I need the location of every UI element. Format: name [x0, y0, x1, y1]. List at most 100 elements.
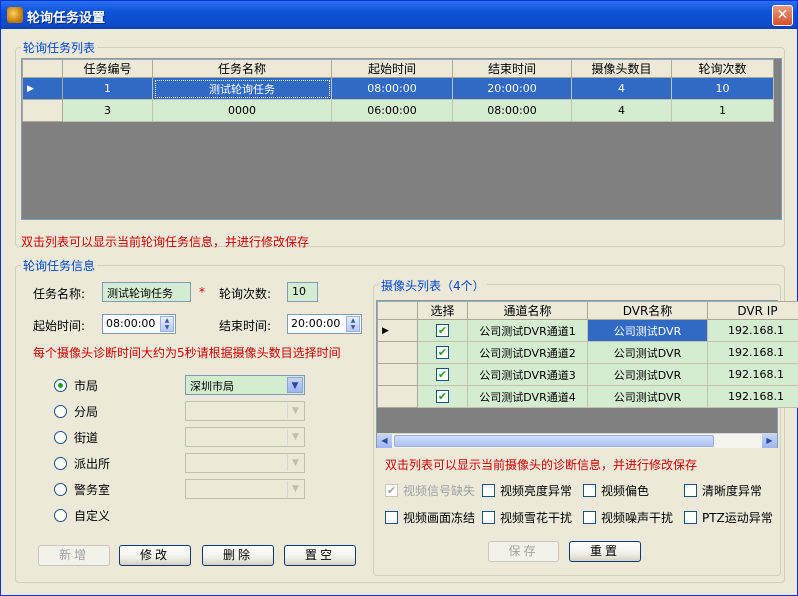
diag-checkbox-0[interactable]: ✔ 视频信号缺失 [385, 482, 475, 499]
checkbox-icon[interactable] [583, 511, 596, 524]
diag-checkbox-2[interactable]: 视频偏色 [583, 482, 649, 499]
end-time-picker[interactable]: 20:00:00 ▲ ▼ [287, 314, 362, 334]
level-combo-2[interactable]: ▼ [185, 427, 305, 447]
row-checkbox[interactable]: ✔ [436, 346, 449, 359]
start-time-picker[interactable]: 08:00:00 ▲ ▼ [102, 314, 176, 334]
camera-cell-ip: 192.168.1 [707, 385, 798, 408]
checkbox-icon[interactable] [482, 484, 495, 497]
level-combo-3[interactable]: ▼ [185, 453, 305, 473]
table-row[interactable]: ✔ 公司测试DVR通道4 公司测试DVR 192.168.1 [377, 385, 798, 408]
row-header[interactable] [377, 341, 418, 364]
scroll-left-icon[interactable]: ◀ [377, 434, 392, 448]
camera-cell-ip: 192.168.1 [707, 363, 798, 386]
start-time-spin-icon[interactable]: ▲ ▼ [160, 316, 174, 332]
radio-0[interactable]: 市局 [54, 377, 98, 394]
row-header-corner [22, 59, 63, 78]
select-cell[interactable]: ✔ [417, 319, 468, 342]
task-name-input[interactable]: 测试轮询任务 [102, 282, 191, 302]
camera-col-header[interactable]: 选择 [417, 301, 468, 320]
camera-col-header[interactable]: DVR IP [707, 301, 798, 320]
row-header[interactable] [377, 385, 418, 408]
diag-checkbox-1[interactable]: 视频亮度异常 [482, 482, 572, 499]
title-bar[interactable]: 轮询任务设置 ✕ [1, 1, 797, 29]
level-combo-1[interactable]: ▼ [185, 401, 305, 421]
current-row-icon[interactable]: ▶ [22, 77, 63, 100]
end-time-spin-icon[interactable]: ▲ ▼ [346, 316, 360, 332]
radio-5[interactable]: 自定义 [54, 507, 110, 524]
table-row[interactable]: ▶ ✔ 公司测试DVR通道1 公司测试DVR 192.168.1 [377, 319, 798, 342]
task-col-header[interactable]: 摄像头数目 [571, 59, 672, 78]
radio-dot-icon[interactable] [54, 509, 67, 522]
task-col-header[interactable]: 任务名称 [152, 59, 332, 78]
clear-button[interactable]: 置空 [284, 545, 356, 566]
camera-cell-channel: 公司测试DVR通道3 [467, 363, 588, 386]
add-button[interactable]: 新增 [38, 545, 110, 566]
select-cell[interactable]: ✔ [417, 385, 468, 408]
camera-grid[interactable]: 选择 通道名称 DVR名称 DVR IP ▶ ✔ 公司测试DVR通道1 公司测试DVR 192… [376, 300, 798, 448]
close-button[interactable]: ✕ [772, 5, 793, 26]
chevron-down-icon[interactable]: ▼ [287, 455, 303, 471]
diag-checkbox-5[interactable]: 视频雪花干扰 [482, 509, 572, 526]
save-button[interactable]: 保存 [488, 541, 559, 562]
table-row[interactable]: ✔ 公司测试DVR通道3 公司测试DVR 192.168.1 [377, 363, 798, 386]
select-cell[interactable]: ✔ [417, 341, 468, 364]
row-checkbox[interactable]: ✔ [436, 368, 449, 381]
task-cell-id: 3 [62, 99, 153, 122]
radio-dot-icon[interactable] [54, 457, 67, 470]
camera-cell-channel: 公司测试DVR通道2 [467, 341, 588, 364]
reset-button[interactable]: 重置 [569, 541, 641, 562]
scroll-thumb[interactable] [394, 435, 714, 447]
checkbox-icon[interactable] [583, 484, 596, 497]
diag-checkbox-7[interactable]: PTZ运动异常 [684, 509, 773, 526]
radio-dot-icon[interactable] [54, 405, 67, 418]
level-combo-0[interactable]: 深圳市局 ▼ [185, 375, 305, 395]
radio-1[interactable]: 分局 [54, 403, 98, 420]
radio-2[interactable]: 街道 [54, 429, 98, 446]
select-cell[interactable]: ✔ [417, 363, 468, 386]
table-row[interactable]: ▶ 1 测试轮询任务 08:00:00 20:00:00 4 10 [22, 77, 774, 100]
chevron-down-icon[interactable]: ▼ [287, 377, 303, 393]
level-combo-4[interactable]: ▼ [185, 479, 305, 499]
diag-checkbox-4[interactable]: 视频画面冻结 [385, 509, 475, 526]
radio-4[interactable]: 警务室 [54, 481, 110, 498]
diag-checkbox-6[interactable]: 视频噪声干扰 [583, 509, 673, 526]
poll-times-input[interactable]: 10 [287, 282, 318, 302]
row-checkbox[interactable]: ✔ [436, 390, 449, 403]
task-col-header[interactable]: 任务编号 [62, 59, 153, 78]
camera-cell-ip: 192.168.1 [707, 319, 798, 342]
checkbox-icon[interactable] [684, 484, 697, 497]
task-col-header[interactable]: 起始时间 [331, 59, 453, 78]
table-row[interactable]: ✔ 公司测试DVR通道2 公司测试DVR 192.168.1 [377, 341, 798, 364]
row-header[interactable] [377, 363, 418, 386]
camera-cell-dvr: 公司测试DVR [587, 319, 708, 342]
diag-label: PTZ运动异常 [702, 511, 773, 525]
chevron-down-icon[interactable]: ▼ [287, 403, 303, 419]
camera-hscrollbar[interactable]: ◀ ▶ [377, 433, 777, 448]
chevron-down-icon[interactable]: ▼ [287, 481, 303, 497]
camera-list-hint: 双击列表可以显示当前摄像头的诊断信息，并进行修改保存 [385, 458, 698, 472]
radio-dot-icon[interactable] [54, 379, 67, 392]
task-col-header[interactable]: 结束时间 [452, 59, 572, 78]
checkbox-icon[interactable]: ✔ [385, 484, 398, 497]
radio-dot-icon[interactable] [54, 483, 67, 496]
task-col-header[interactable]: 轮询次数 [671, 59, 774, 78]
camera-col-header[interactable]: DVR名称 [587, 301, 708, 320]
current-row-icon[interactable]: ▶ [377, 319, 418, 342]
row-checkbox[interactable]: ✔ [436, 324, 449, 337]
radio-dot-icon[interactable] [54, 431, 67, 444]
diag-checkbox-3[interactable]: 清晰度异常 [684, 482, 762, 499]
row-header[interactable] [22, 99, 63, 122]
checkbox-icon[interactable] [482, 511, 495, 524]
edit-button[interactable]: 修改 [119, 545, 191, 566]
radio-3[interactable]: 派出所 [54, 455, 110, 472]
table-row[interactable]: 3 0000 06:00:00 08:00:00 4 1 [22, 99, 774, 122]
checkbox-icon[interactable] [385, 511, 398, 524]
delete-button[interactable]: 删除 [202, 545, 274, 566]
chevron-down-icon[interactable]: ▼ [287, 429, 303, 445]
checkbox-icon[interactable] [684, 511, 697, 524]
task-cell-end: 08:00:00 [452, 99, 572, 122]
task-grid[interactable]: 任务编号 任务名称 起始时间 结束时间 摄像头数目 轮询次数 ▶ 1 测试轮询任务 08:00:… [21, 58, 782, 220]
camera-col-header[interactable]: 通道名称 [467, 301, 588, 320]
scroll-right-icon[interactable]: ▶ [762, 434, 777, 448]
start-time-label: 起始时间: [33, 319, 86, 333]
